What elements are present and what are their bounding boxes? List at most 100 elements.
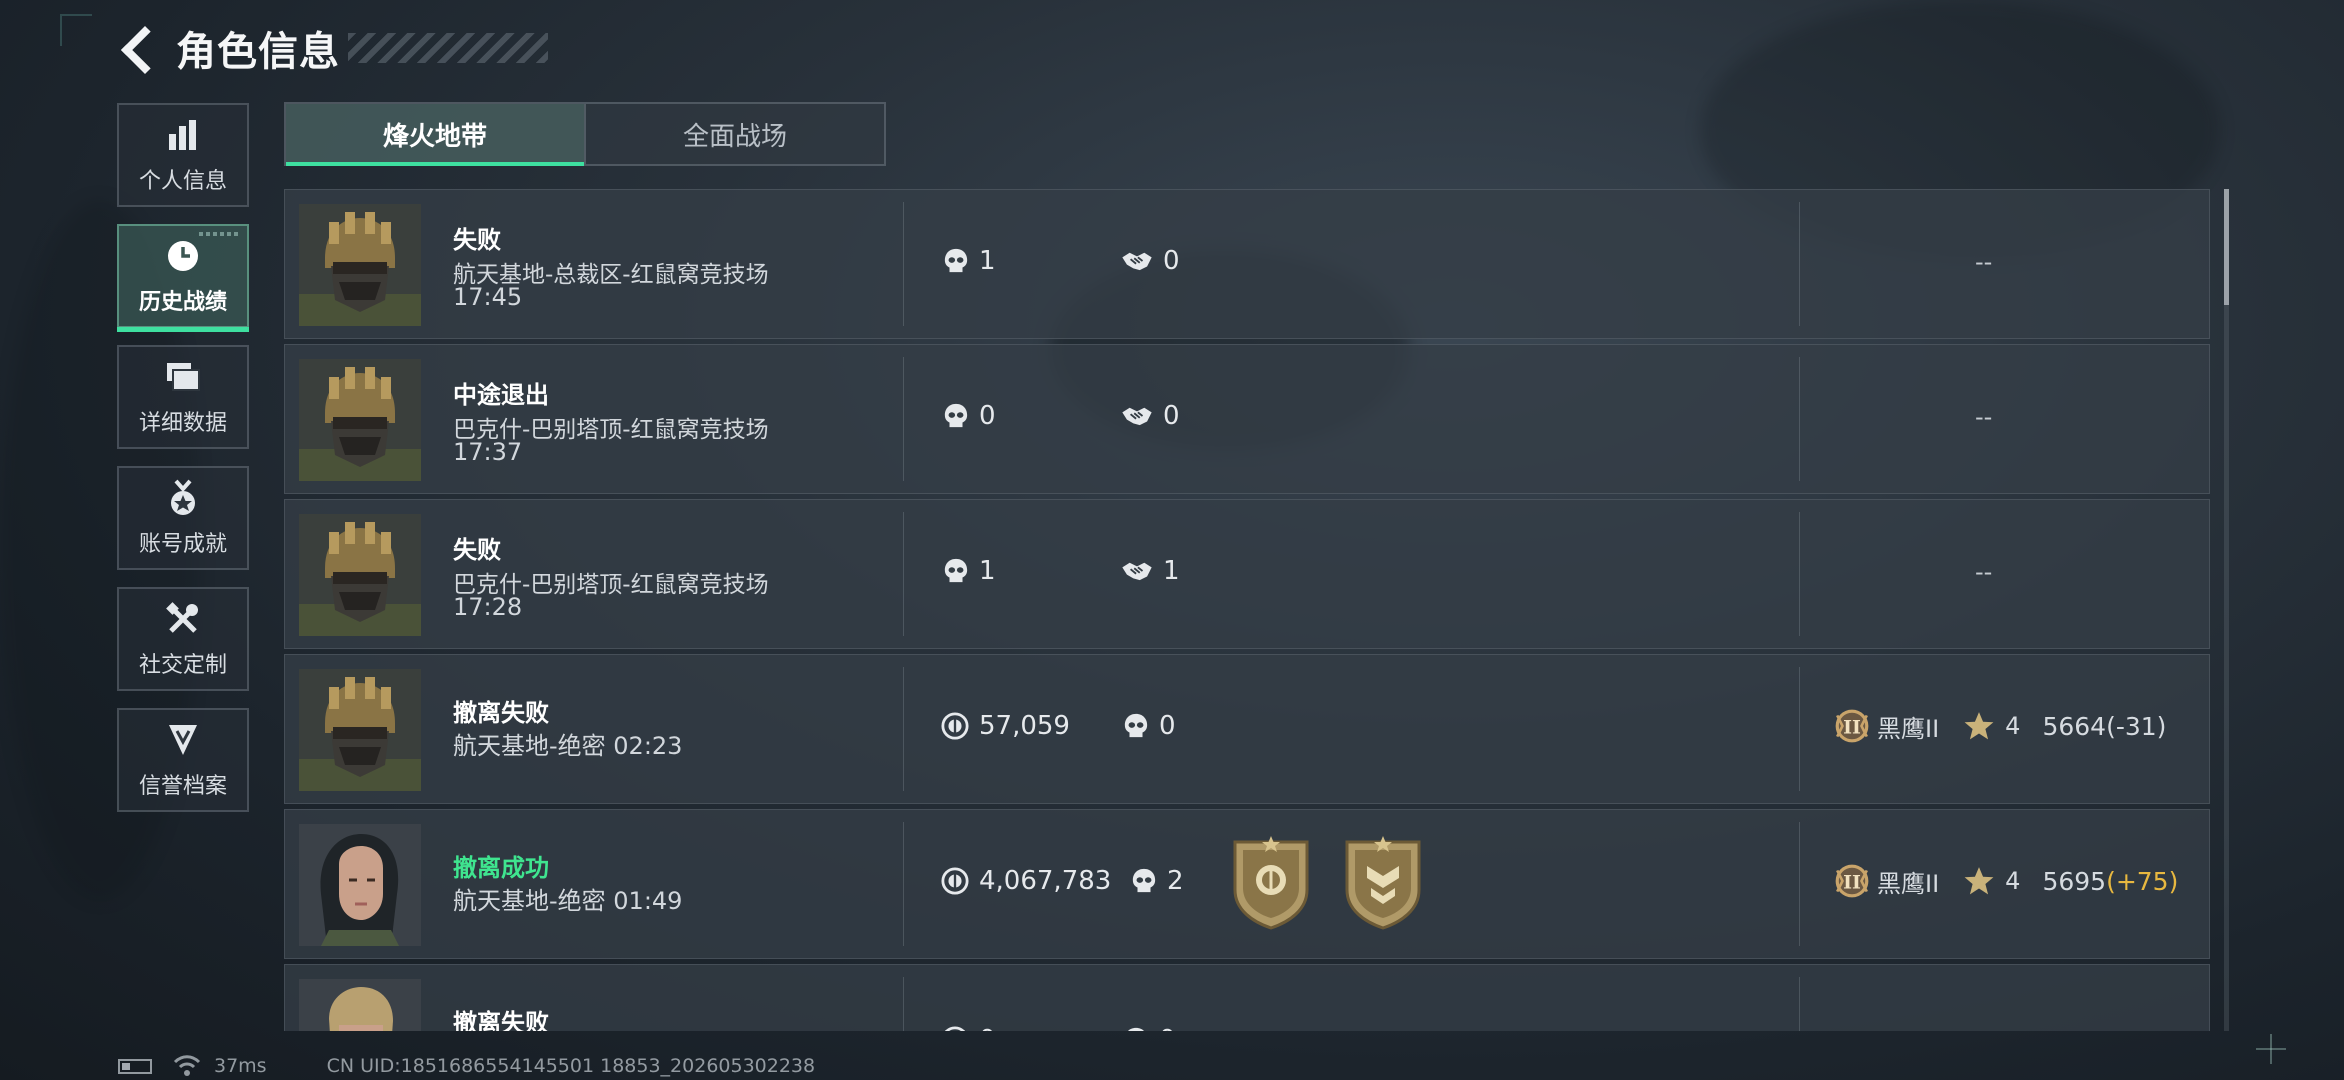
- sidebar-item-detailed-data[interactable]: 详细数据: [117, 345, 249, 449]
- divider: [903, 667, 904, 791]
- divider: [1799, 202, 1800, 326]
- sidebar-item-personal-info[interactable]: 个人信息: [117, 103, 249, 207]
- wifi-icon: [173, 1055, 201, 1076]
- match-history-list: 失败 航天基地-总裁区-红鼠窝竞技场 17:45 1 0 -- 中途退出 巴克什…: [284, 189, 2210, 1031]
- divider: [1799, 512, 1800, 636]
- match-row[interactable]: 撤离失败 0 0: [284, 964, 2210, 1031]
- skull-icon: [1131, 867, 1157, 895]
- match-time: 17:45: [453, 283, 523, 311]
- tab-hazard-zone[interactable]: 烽火地带: [286, 104, 584, 166]
- ping-value: 37ms: [214, 1055, 267, 1077]
- loot-value-stat: 57,059: [941, 711, 1070, 741]
- credit-badge-icon: [163, 720, 203, 760]
- rank-stars: 4: [2005, 867, 2021, 895]
- squad-badge-icon[interactable]: [1341, 836, 1425, 930]
- kills-stat: 1: [943, 246, 996, 276]
- match-result: 中途退出: [453, 381, 549, 409]
- divider: [903, 822, 904, 946]
- rank-score: 5664: [2042, 711, 2107, 741]
- bar-chart-icon: [163, 115, 203, 155]
- skull-icon: [1123, 712, 1149, 740]
- handshake-icon: [1121, 405, 1153, 427]
- sidebar-item-achievements[interactable]: 账号成就: [117, 466, 249, 570]
- handshake-icon: [1121, 250, 1153, 272]
- sidebar-item-social[interactable]: 社交定制: [117, 587, 249, 691]
- assists-stat: 0: [1121, 246, 1180, 276]
- corner-mark: [60, 14, 92, 46]
- coin-icon: [941, 1026, 969, 1031]
- skull-icon: [943, 402, 969, 430]
- loot-value-stat: 0: [941, 1025, 996, 1031]
- match-row[interactable]: 撤离失败 航天基地-绝密 02:23 57,059 0 黑鹰II 4 5664(…: [284, 654, 2210, 804]
- divider: [903, 202, 904, 326]
- corner-plus-mark: [2256, 1034, 2286, 1064]
- sidebar-item-label: 信誉档案: [138, 774, 227, 799]
- rank-emblem-icon: [1833, 862, 1871, 900]
- back-arrow-icon[interactable]: [118, 23, 162, 73]
- divider: [903, 512, 904, 636]
- tools-icon: [163, 599, 203, 639]
- list-scrollbar[interactable]: [2224, 189, 2229, 1031]
- sidebar-item-label: 详细数据: [138, 411, 227, 436]
- sidebar-item-label: 社交定制: [138, 653, 227, 678]
- rank-info: 黑鹰II 4 5664 (-31): [1833, 707, 2166, 745]
- star-icon: [1963, 710, 1995, 742]
- match-map-time: 航天基地-绝密 01:49: [453, 887, 683, 915]
- rank-placeholder: --: [1975, 558, 1993, 586]
- scrollbar-thumb[interactable]: [2224, 189, 2229, 305]
- match-map-time: 航天基地-绝密 02:23: [453, 732, 683, 760]
- skull-icon: [1123, 1026, 1149, 1031]
- divider: [1799, 822, 1800, 946]
- user-uid: CN UID:1851686554145501 18853_2026053022…: [326, 1055, 816, 1077]
- extraction-badge-icon[interactable]: [1229, 836, 1313, 930]
- divider: [1799, 667, 1800, 791]
- loot-value: 57,059: [979, 711, 1070, 741]
- match-row[interactable]: 中途退出 巴克什-巴别塔顶-红鼠窝竞技场 17:37 0 0 --: [284, 344, 2210, 494]
- kills-stat: 0: [1123, 711, 1176, 741]
- coin-icon: [941, 867, 969, 895]
- tab-full-battlefield[interactable]: 全面战场: [584, 104, 884, 164]
- kills-stat: 1: [943, 556, 996, 586]
- score-delta: (+75): [2106, 866, 2179, 896]
- battery-icon: [118, 1058, 152, 1074]
- divider: [903, 977, 904, 1031]
- operator-avatar: [299, 359, 421, 481]
- match-row[interactable]: 失败 巴克什-巴别塔顶-红鼠窝竞技场 17:28 1 1 --: [284, 499, 2210, 649]
- rank-placeholder: --: [1975, 403, 1993, 431]
- match-result: 失败: [453, 536, 501, 564]
- rank-name: 黑鹰II: [1877, 869, 1940, 898]
- score-delta: (-31): [2106, 711, 2167, 741]
- operator-avatar: [299, 514, 421, 636]
- kills-stat: 2: [1131, 866, 1184, 896]
- sidebar-item-match-history[interactable]: 历史战绩: [117, 224, 249, 332]
- kills-value: 1: [979, 556, 996, 586]
- match-row[interactable]: 失败 航天基地-总裁区-红鼠窝竞技场 17:45 1 0 --: [284, 189, 2210, 339]
- coin-icon: [941, 712, 969, 740]
- mode-tabs: 烽火地带 全面战场: [284, 102, 886, 166]
- match-result: 撤离失败: [453, 1009, 549, 1031]
- kills-value: 1: [979, 246, 996, 276]
- operator-avatar: [299, 669, 421, 791]
- match-result: 撤离失败: [453, 699, 549, 727]
- sidebar: 个人信息 历史战绩 详细数据 账号成就 社交定制 信誉档案: [117, 103, 253, 829]
- sidebar-item-credit[interactable]: 信誉档案: [117, 708, 249, 812]
- star-icon: [1963, 865, 1995, 897]
- folder-icon: [163, 357, 203, 397]
- kills-stat: 0: [1123, 1025, 1176, 1031]
- status-footer: 37ms CN UID:1851686554145501 18853_20260…: [118, 1054, 815, 1078]
- title-decoration: [348, 33, 548, 63]
- kills-value: 2: [1167, 866, 1184, 896]
- rank-emblem-icon: [1833, 707, 1871, 745]
- loot-value: 4,067,783: [979, 866, 1112, 896]
- rank-info: 黑鹰II 4 5695 (+75): [1833, 862, 2178, 900]
- divider: [903, 357, 904, 481]
- page-header: 角色信息: [118, 22, 548, 75]
- assists-stat: 0: [1121, 401, 1180, 431]
- match-row[interactable]: 撤离成功 航天基地-绝密 01:49 4,067,783 2 黑鹰II 4 56…: [284, 809, 2210, 959]
- medal-icon: [163, 478, 203, 518]
- sidebar-item-label: 账号成就: [138, 532, 227, 557]
- operator-avatar: [299, 824, 421, 946]
- kills-value: 0: [979, 401, 996, 431]
- match-result: 撤离成功: [453, 854, 549, 882]
- sidebar-item-label: 历史战绩: [138, 290, 227, 315]
